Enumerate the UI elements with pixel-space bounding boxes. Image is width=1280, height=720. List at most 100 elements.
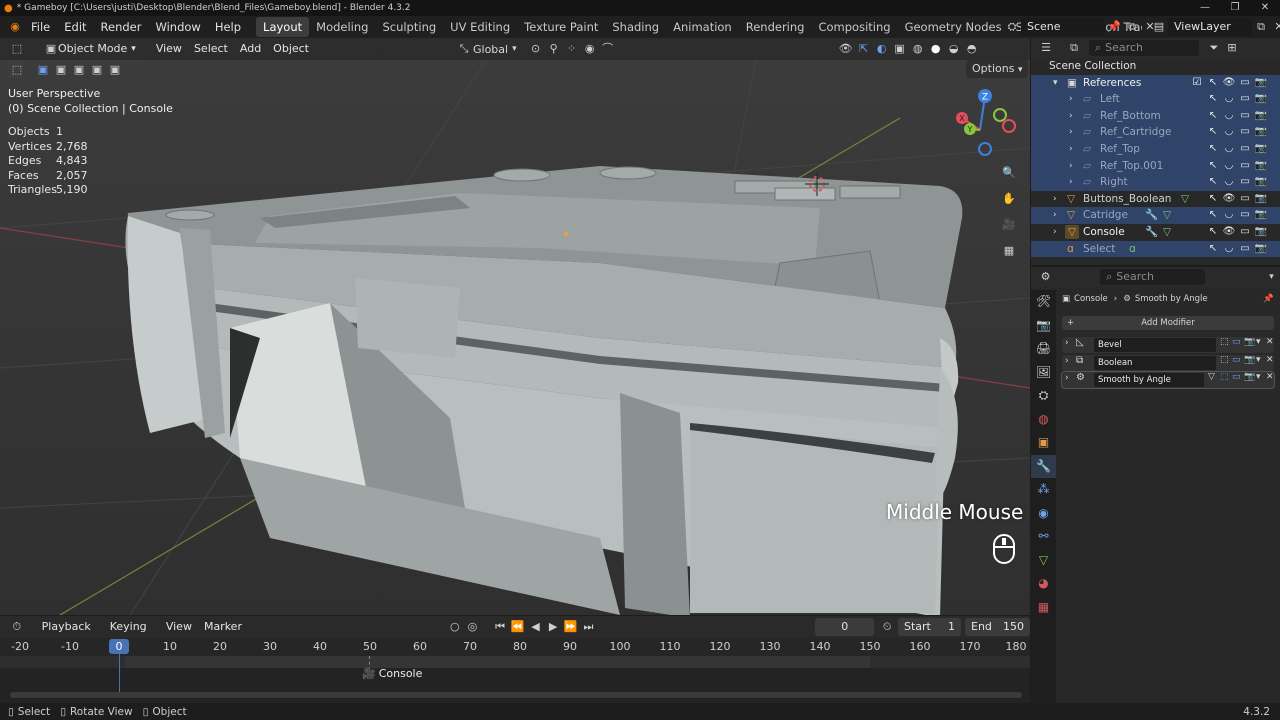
viewport-toggle-icon[interactable]: ▭ bbox=[1232, 355, 1241, 365]
outliner-item-ref-top-001[interactable]: › ▱ Ref_Top.001 ↖ ◡ ▭ 📷 bbox=[1031, 157, 1280, 175]
pin-icon[interactable]: 📌 bbox=[1263, 294, 1274, 304]
proportional-edit-icon[interactable]: ◉ bbox=[581, 40, 599, 58]
tab-layout[interactable]: Layout bbox=[256, 17, 310, 37]
solid-shading-icon[interactable]: ● bbox=[927, 40, 945, 58]
outliner-search-input[interactable]: ⌕ Search bbox=[1089, 40, 1199, 56]
tab-rendering[interactable]: Rendering bbox=[739, 17, 812, 37]
modifier-smooth-by-angle[interactable]: › ⚙ Smooth by Angle ▽ ⬚ ▭ 📷 ▾ ✕ bbox=[1061, 371, 1275, 389]
mode-dropdown[interactable]: ▣ Object Mode ▾ bbox=[38, 40, 142, 58]
tab-tool[interactable]: 🛠 bbox=[1031, 290, 1056, 314]
viewport-toggle-icon[interactable]: ▭ bbox=[1232, 337, 1241, 347]
select-extend-icon[interactable]: ▣ bbox=[52, 61, 70, 79]
tab-render[interactable]: 📷 bbox=[1031, 314, 1056, 338]
hidden-eye-icon[interactable]: ◡ bbox=[1222, 108, 1236, 125]
select-toggle-icon[interactable]: ↖ bbox=[1206, 224, 1220, 241]
render-toggle-icon[interactable]: 📷 bbox=[1254, 224, 1268, 241]
hidden-eye-icon[interactable]: ◡ bbox=[1222, 124, 1236, 141]
editor-type-icon[interactable]: ⚙ bbox=[1037, 268, 1054, 286]
view-layer-selector[interactable]: ▤ ViewLayer ⧉ ✕ bbox=[1150, 18, 1280, 36]
playhead-frame-badge[interactable]: 0 bbox=[109, 639, 129, 654]
pin-icon[interactable]: 📌 bbox=[1105, 18, 1123, 36]
gizmo-toggle-icon[interactable]: ⇱ bbox=[855, 40, 873, 58]
view-layer-field[interactable]: ViewLayer bbox=[1168, 18, 1252, 36]
menu-marker[interactable]: Marker bbox=[198, 617, 248, 637]
expand-arrow-icon[interactable]: › bbox=[1065, 338, 1069, 348]
modifier-bevel[interactable]: › ◺ Bevel ⬚ ▭ 📷 ▾ ✕ bbox=[1062, 337, 1274, 353]
modifier-name-field[interactable]: Boolean bbox=[1094, 356, 1216, 370]
gizmo-neg-x[interactable] bbox=[1002, 119, 1016, 133]
expand-arrow-icon[interactable]: › bbox=[1069, 124, 1073, 141]
modifier-name-field[interactable]: Bevel bbox=[1094, 338, 1216, 352]
chevron-down-icon[interactable]: ▾ bbox=[1263, 268, 1280, 286]
eye-icon[interactable]: 👁 bbox=[1222, 224, 1236, 241]
visibility-icon[interactable]: 👁 bbox=[837, 40, 855, 58]
outliner-item-catridge[interactable]: › ▽ Catridge 🔧 ▽ ↖ ◡ ▭ 📷 bbox=[1031, 207, 1280, 224]
hidden-eye-icon[interactable]: ◡ bbox=[1222, 158, 1236, 175]
menu-edit[interactable]: Edit bbox=[57, 16, 93, 38]
next-keyframe-icon[interactable]: ⏩ bbox=[562, 618, 580, 636]
tab-sculpting[interactable]: Sculpting bbox=[375, 17, 443, 37]
menu-add[interactable]: Add bbox=[234, 39, 267, 59]
menu-file[interactable]: File bbox=[24, 16, 57, 38]
expand-arrow-icon[interactable]: › bbox=[1065, 356, 1069, 366]
outliner-item-console[interactable]: › ▽ Console 🔧 ▽ ↖ 👁 ▭ 📷 bbox=[1031, 224, 1280, 241]
menu-select[interactable]: Select bbox=[188, 39, 234, 59]
checkbox-icon[interactable]: ☑ bbox=[1190, 75, 1204, 92]
auto-key-icon[interactable]: ○ bbox=[446, 618, 464, 636]
editmode-toggle-icon[interactable]: ⬚ bbox=[1220, 337, 1229, 347]
viewport-toggle-icon[interactable]: ▭ bbox=[1238, 124, 1252, 141]
minimize-icon[interactable]: — bbox=[1190, 0, 1220, 16]
snap-icon[interactable]: ⚲ bbox=[545, 40, 563, 58]
render-toggle-icon[interactable]: 📷 bbox=[1254, 158, 1268, 175]
tab-world[interactable]: ◍ bbox=[1031, 408, 1056, 432]
collapse-arrow-icon[interactable]: ▾ bbox=[1053, 75, 1058, 92]
tab-texture-paint[interactable]: Texture Paint bbox=[517, 17, 605, 37]
expand-arrow-icon[interactable]: › bbox=[1069, 108, 1073, 125]
outliner-item-select[interactable]: ɑ Select ɑ ↖ ◡ ▭ 📷 bbox=[1031, 240, 1280, 258]
jump-end-icon[interactable]: ⏭ bbox=[580, 618, 598, 636]
viewport-toggle-icon[interactable]: ▭ bbox=[1232, 372, 1241, 382]
close-icon[interactable]: ✕ bbox=[1266, 372, 1274, 382]
material-shading-icon[interactable]: ◒ bbox=[945, 40, 963, 58]
viewport-toggle-icon[interactable]: ▭ bbox=[1238, 224, 1252, 241]
viewport-toggle-icon[interactable]: ▭ bbox=[1238, 141, 1252, 158]
viewport-toggle-icon[interactable]: ▭ bbox=[1238, 158, 1252, 175]
render-toggle-icon[interactable]: 📷 bbox=[1254, 241, 1268, 258]
pan-hand-icon[interactable]: ✋ bbox=[998, 186, 1020, 212]
tab-texture[interactable]: ▦ bbox=[1031, 596, 1056, 620]
modifier-name-field[interactable]: Smooth by Angle bbox=[1094, 373, 1204, 387]
select-toggle-icon[interactable]: ↖ bbox=[1206, 141, 1220, 158]
select-toggle-icon[interactable]: ↖ bbox=[1206, 191, 1220, 208]
render-toggle-icon[interactable]: 📷 bbox=[1254, 124, 1268, 141]
render-toggle-icon[interactable]: 📷 bbox=[1254, 91, 1268, 108]
wireframe-shading-icon[interactable]: ◍ bbox=[909, 40, 927, 58]
3d-viewport[interactable] bbox=[0, 38, 1030, 615]
hidden-eye-icon[interactable]: ◡ bbox=[1222, 174, 1236, 191]
expand-arrow-icon[interactable]: › bbox=[1069, 158, 1073, 175]
transform-orientation-dropdown[interactable]: ⤡ Global ▾ bbox=[455, 40, 517, 58]
filter-icon[interactable]: ⏷ bbox=[1205, 39, 1223, 57]
viewport-toggle-icon[interactable]: ▭ bbox=[1238, 75, 1252, 92]
properties-search-input[interactable]: ⌕ Search bbox=[1100, 269, 1205, 285]
select-intersect-icon[interactable]: ▣ bbox=[106, 61, 124, 79]
expand-arrow-icon[interactable]: › bbox=[1053, 207, 1057, 224]
expand-arrow-icon[interactable]: › bbox=[1069, 91, 1073, 108]
tool-select-icon[interactable]: ⬚ bbox=[8, 61, 26, 79]
scene-selector[interactable]: ⛭ Scene 📌 ⧉ ✕ bbox=[1003, 18, 1159, 36]
eye-icon[interactable]: 👁 bbox=[1222, 75, 1236, 92]
modifier-boolean[interactable]: › ⧉ Boolean ⬚ ▭ 📷 ▾ ✕ bbox=[1062, 355, 1274, 371]
gizmo-neg-y[interactable] bbox=[993, 108, 1007, 122]
select-toggle-icon[interactable]: ↖ bbox=[1206, 207, 1220, 224]
editmode-toggle-icon[interactable]: ⬚ bbox=[1220, 372, 1229, 382]
overlay-toggle-icon[interactable]: ◐ bbox=[873, 40, 891, 58]
select-new-icon[interactable]: ▣ bbox=[34, 61, 52, 79]
expand-arrow-icon[interactable]: › bbox=[1065, 373, 1069, 383]
tab-uv-editing[interactable]: UV Editing bbox=[443, 17, 517, 37]
outliner-item-ref-cartridge[interactable]: › ▱ Ref_Cartridge ↖ ◡ ▭ 📷 bbox=[1031, 124, 1280, 141]
expand-arrow-icon[interactable]: › bbox=[1053, 191, 1057, 208]
menu-keying[interactable]: Keying ▾ bbox=[104, 617, 160, 653]
render-toggle-icon[interactable]: 📷 bbox=[1244, 355, 1255, 365]
render-toggle-icon[interactable]: 📷 bbox=[1244, 337, 1255, 347]
render-toggle-icon[interactable]: 📷 bbox=[1254, 191, 1268, 208]
viewport-toggle-icon[interactable]: ▭ bbox=[1238, 191, 1252, 208]
